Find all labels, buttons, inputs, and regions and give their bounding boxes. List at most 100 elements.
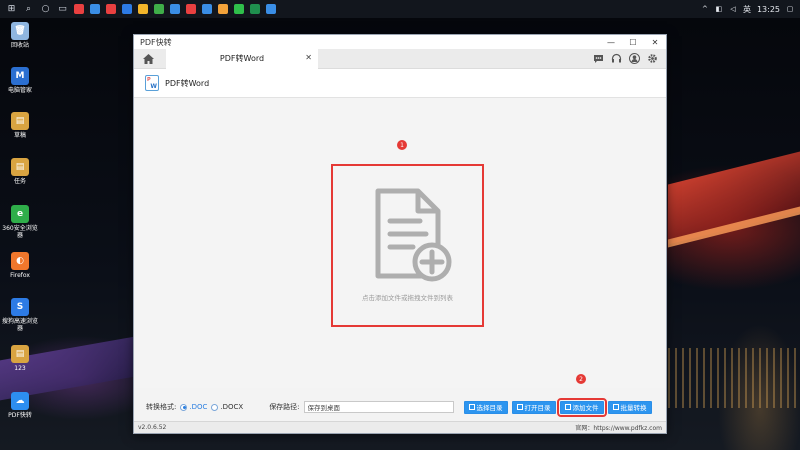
maximize-button[interactable]: ☐: [622, 35, 644, 49]
app-icon-13[interactable]: [266, 4, 276, 14]
pdf-converter-icon: ☁: [11, 392, 29, 410]
close-button[interactable]: ✕: [644, 35, 666, 49]
convert-icon: [612, 404, 619, 410]
firefox-icon: ◐: [11, 252, 29, 270]
minimize-button[interactable]: —: [600, 35, 622, 49]
window-title: PDF快转: [140, 37, 172, 47]
desktop-icon-draft[interactable]: ▤ 草稿: [2, 112, 38, 139]
format-label: 转换格式:: [146, 403, 177, 411]
desktop-icon-pc-manager[interactable]: M 电脑管家: [2, 67, 38, 94]
app-icon-7[interactable]: [170, 4, 180, 14]
pc-manager-icon: M: [11, 67, 29, 85]
open-directory-button[interactable]: 打开目录: [511, 400, 556, 414]
batch-convert-label: 批量转换: [620, 404, 647, 412]
app-icon-10[interactable]: [218, 4, 228, 14]
batch-convert-button[interactable]: 批量转换: [607, 400, 652, 414]
open-directory-label: 打开目录: [524, 404, 551, 412]
step-marker-2: 2: [576, 374, 586, 384]
folder-icon: [468, 404, 475, 410]
format-doc-label: .DOC: [189, 403, 208, 411]
desktop-icon-label: 任务: [13, 178, 26, 185]
app-icon-3[interactable]: [106, 4, 116, 14]
folder-open-icon: [516, 404, 523, 410]
chat-icon[interactable]: [592, 53, 604, 65]
format-docx-label: .DOCX: [220, 403, 244, 411]
gear-icon[interactable]: [646, 53, 658, 65]
app-icon-6[interactable]: [154, 4, 164, 14]
desktop-icon-sogou-browser[interactable]: S 搜狗高速浏览器: [2, 298, 38, 332]
desktop-icon-label: 搜狗高速浏览器: [2, 318, 39, 332]
add-file-label: 添加文件: [572, 404, 599, 412]
notification-icon[interactable]: ▢: [786, 5, 794, 13]
app-icon-2[interactable]: [90, 4, 100, 14]
360-browser-icon: e: [11, 205, 29, 223]
desktop-icon-label: PDF快转: [8, 412, 32, 419]
pdf-word-icon: PW: [145, 75, 159, 91]
format-option-docx[interactable]: .DOCX: [211, 403, 243, 411]
plus-icon: [564, 404, 571, 410]
desktop-icon-firefox[interactable]: ◐ Firefox: [2, 252, 38, 279]
desktop-icon-label: 360安全浏览器: [2, 225, 38, 239]
step-marker-1: 1: [397, 140, 407, 150]
save-path-input[interactable]: [303, 401, 454, 413]
recycle-bin-icon: 🗑: [11, 22, 29, 40]
search-icon[interactable]: ⌕: [23, 4, 34, 15]
desktop-icon-360-browser[interactable]: e 360安全浏览器: [2, 205, 38, 239]
app-icon-8[interactable]: [186, 4, 196, 14]
function-title: PDF转Word: [165, 78, 210, 88]
desktop-icon-label: 电脑管家: [7, 87, 32, 94]
file-list-area[interactable]: 1 点击添加文件或拖拽文件到列表 2: [134, 98, 666, 388]
app-icon-4[interactable]: [122, 4, 132, 14]
app-window: PDF快转 — ☐ ✕ PDF转Word ✕ P W PDF转Word 1 点击…: [133, 34, 667, 434]
chrome-icon[interactable]: [138, 4, 148, 14]
choose-directory-label: 选择目录: [476, 404, 503, 412]
desktop-icon-label: 123: [14, 365, 26, 372]
network-icon[interactable]: ◧: [715, 5, 723, 13]
app-icon-1[interactable]: [74, 4, 84, 14]
headset-icon[interactable]: [610, 53, 622, 65]
add-file-drop-zone[interactable]: 点击添加文件或拖拽文件到列表: [331, 164, 484, 327]
tab-pdf-to-word[interactable]: PDF转Word ✕: [166, 48, 318, 69]
desktop-icon-pdf-converter[interactable]: ☁ PDF快转: [2, 392, 38, 419]
drop-hint-text: 点击添加文件或拖拽文件到列表: [362, 294, 453, 302]
clock[interactable]: 13:25: [757, 5, 780, 14]
tasks-icon: ▤: [11, 158, 29, 176]
desktop-icon-label: Firefox: [10, 272, 30, 279]
version-label: v2.0.6.52: [138, 424, 167, 431]
desktop-icon-tasks[interactable]: ▤ 任务: [2, 158, 38, 185]
window-titlebar[interactable]: PDF快转 — ☐ ✕: [134, 35, 666, 49]
tab-bar: PDF转Word ✕: [134, 48, 666, 69]
excel-icon[interactable]: [250, 4, 260, 14]
wallpaper-city-lights: [668, 348, 800, 408]
tab-label: PDF转Word: [219, 54, 265, 63]
desktop-icon-label: 草稿: [13, 132, 26, 139]
app-icon-9[interactable]: [202, 4, 212, 14]
start-button[interactable]: ⊞: [6, 4, 17, 15]
cortana-icon[interactable]: ○: [40, 4, 51, 15]
radio-docx[interactable]: [211, 403, 219, 411]
desktop-icon-recycle-bin[interactable]: 🗑 回收站: [2, 22, 38, 49]
123-icon: ▤: [11, 345, 29, 363]
sogou-browser-icon: S: [11, 298, 29, 316]
website-link[interactable]: 官网：https://www.pdfkz.com: [575, 423, 662, 432]
volume-icon[interactable]: ◁: [729, 5, 737, 13]
desktop-icon-label: 回收站: [10, 42, 29, 49]
task-view-icon[interactable]: ▭: [57, 4, 68, 15]
format-option-doc[interactable]: .DOC: [180, 403, 207, 411]
wechat-icon[interactable]: [234, 4, 244, 14]
choose-directory-button[interactable]: 选择目录: [463, 400, 508, 414]
desktop-icon-123[interactable]: ▤ 123: [2, 345, 38, 372]
status-bar: v2.0.6.52 官网：https://www.pdfkz.com: [134, 421, 666, 433]
save-path-label: 保存路径:: [269, 403, 300, 411]
bottom-toolbar: 转换格式: .DOC .DOCX 保存路径: 选择目录 打开目录 添加文件: [134, 395, 666, 419]
home-icon[interactable]: [134, 49, 162, 69]
tab-close-icon[interactable]: ✕: [305, 53, 312, 62]
draft-icon: ▤: [11, 112, 29, 130]
add-file-button[interactable]: 添加文件: [556, 397, 607, 417]
chevron-up-icon[interactable]: ^: [701, 5, 709, 13]
user-icon[interactable]: [628, 53, 640, 65]
ime-indicator[interactable]: 英: [743, 4, 751, 15]
add-document-icon: [375, 188, 451, 282]
radio-doc[interactable]: [180, 403, 188, 411]
function-header: PW PDF转Word: [134, 69, 666, 98]
